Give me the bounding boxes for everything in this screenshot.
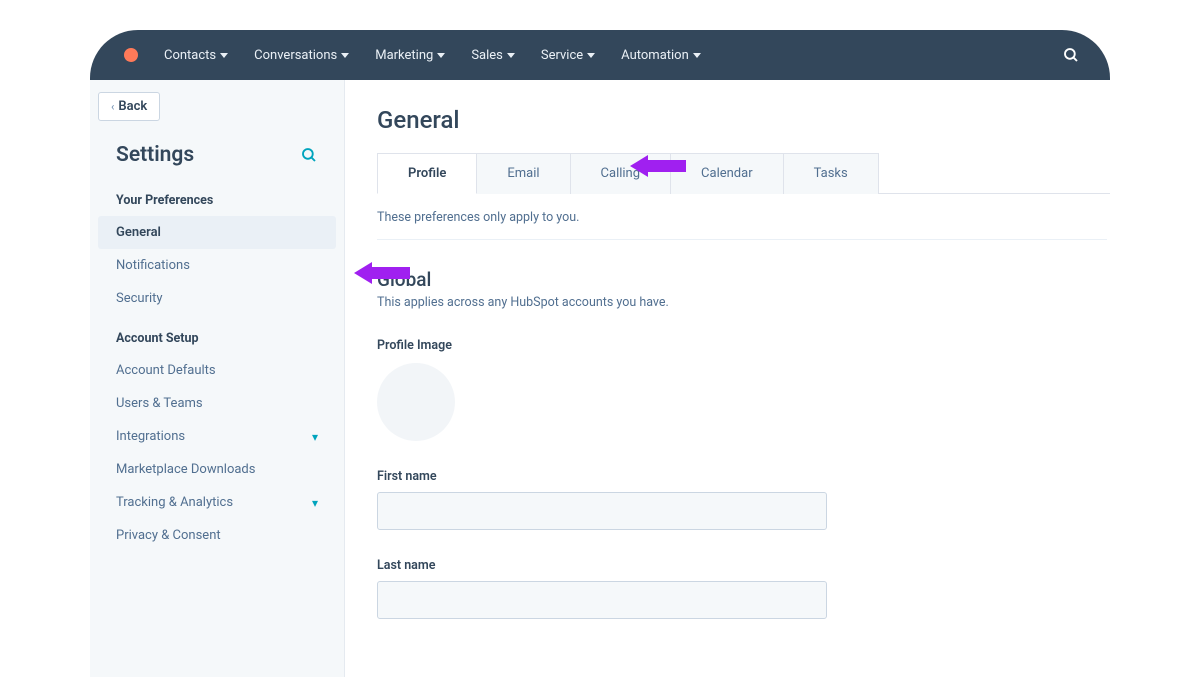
logo-icon xyxy=(124,48,138,62)
chevron-down-icon xyxy=(437,53,445,58)
nav-service[interactable]: Service xyxy=(541,48,595,63)
tab-calendar[interactable]: Calendar xyxy=(671,153,784,194)
nav-contacts[interactable]: Contacts xyxy=(164,48,228,63)
sidebar-item-general[interactable]: General xyxy=(98,216,336,249)
search-icon[interactable] xyxy=(1062,46,1080,64)
tab-email[interactable]: Email xyxy=(477,153,570,194)
sidebar-item-integrations[interactable]: Integrations▾ xyxy=(90,420,344,453)
nav-automation[interactable]: Automation xyxy=(621,48,701,63)
chevron-left-icon: ‹ xyxy=(111,100,114,113)
chevron-down-icon: ▾ xyxy=(312,496,318,510)
main-content: General Profile Email Calling Calendar T… xyxy=(345,80,1110,677)
sidebar-section-your-preferences: Your Preferences xyxy=(90,177,344,216)
chevron-down-icon xyxy=(507,53,515,58)
preferences-note: These preferences only apply to you. xyxy=(377,194,1107,240)
chevron-down-icon xyxy=(220,53,228,58)
sidebar-item-tracking-analytics[interactable]: Tracking & Analytics▾ xyxy=(90,486,344,519)
profile-image-label: Profile Image xyxy=(377,338,1110,353)
avatar[interactable] xyxy=(377,363,455,441)
sidebar-item-notifications[interactable]: Notifications xyxy=(90,249,344,282)
sidebar-item-security[interactable]: Security xyxy=(90,282,344,315)
sidebar-section-account-setup: Account Setup xyxy=(90,315,344,354)
global-section-subtitle: This applies across any HubSpot accounts… xyxy=(377,295,1110,310)
top-nav: Contacts Conversations Marketing Sales S… xyxy=(90,30,1110,80)
tab-bar: Profile Email Calling Calendar Tasks xyxy=(377,152,1110,194)
nav-marketing[interactable]: Marketing xyxy=(375,48,445,63)
chevron-down-icon xyxy=(693,53,701,58)
first-name-label: First name xyxy=(377,469,1110,484)
last-name-label: Last name xyxy=(377,558,1110,573)
workspace: ‹ Back Settings Your Preferences General… xyxy=(90,80,1110,677)
page-title: General xyxy=(377,106,1110,134)
sidebar-title: Settings xyxy=(116,143,194,167)
back-button[interactable]: ‹ Back xyxy=(98,92,160,121)
tab-profile[interactable]: Profile xyxy=(377,153,477,194)
sidebar-item-privacy-consent[interactable]: Privacy & Consent xyxy=(90,519,344,552)
nav-sales[interactable]: Sales xyxy=(471,48,515,63)
sidebar-item-users-teams[interactable]: Users & Teams xyxy=(90,387,344,420)
last-name-field[interactable] xyxy=(377,581,827,619)
annotation-arrow-icon xyxy=(354,262,410,284)
nav-conversations[interactable]: Conversations xyxy=(254,48,349,63)
chevron-down-icon xyxy=(341,53,349,58)
settings-sidebar: ‹ Back Settings Your Preferences General… xyxy=(90,80,345,677)
chevron-down-icon xyxy=(587,53,595,58)
chevron-down-icon: ▾ xyxy=(312,430,318,444)
first-name-field[interactable] xyxy=(377,492,827,530)
sidebar-item-marketplace-downloads[interactable]: Marketplace Downloads xyxy=(90,453,344,486)
global-section-title: Global xyxy=(377,268,1110,291)
tab-tasks[interactable]: Tasks xyxy=(784,153,879,194)
app-shell: Contacts Conversations Marketing Sales S… xyxy=(90,30,1110,677)
sidebar-item-account-defaults[interactable]: Account Defaults xyxy=(90,354,344,387)
search-icon[interactable] xyxy=(300,146,318,164)
annotation-arrow-icon xyxy=(630,155,686,177)
